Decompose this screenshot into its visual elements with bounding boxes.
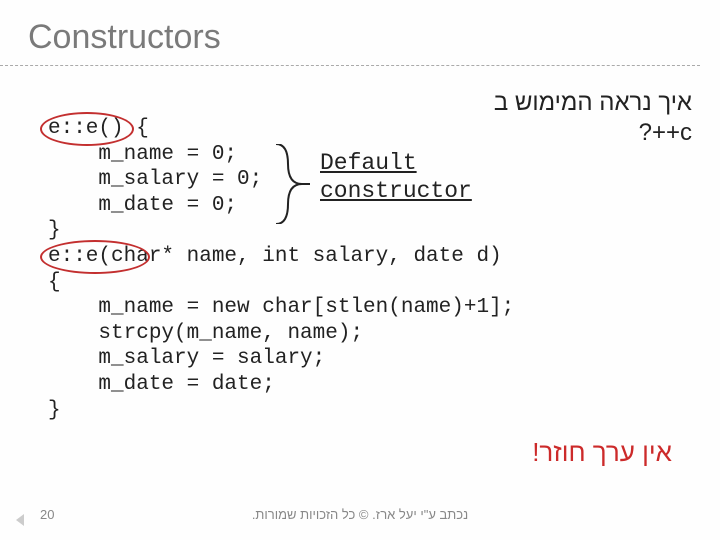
red-circle-1 — [40, 112, 134, 146]
no-return-value-note: אין ערך חוזר! — [532, 437, 672, 468]
footer: 20 נכתב ע"י יעל ארז. © כל הזכויות שמורות… — [0, 502, 720, 526]
brace-connector — [274, 144, 310, 224]
footer-text: נכתב ע"י יעל ארז. © כל הזכויות שמורות. — [0, 507, 720, 522]
hebrew-q-line2: c++? — [639, 119, 692, 146]
hebrew-q-line1: איך נראה המימוש ב — [494, 89, 692, 116]
default-constructor-label: Default constructor — [320, 150, 472, 205]
default-label-l1: Default — [320, 150, 417, 176]
hebrew-question: איך נראה המימוש ב c++? — [494, 88, 692, 148]
default-label-l2: constructor — [320, 178, 472, 204]
red-circle-2 — [40, 240, 150, 274]
page-number: 20 — [40, 507, 54, 522]
page-title: Constructors — [0, 0, 700, 66]
